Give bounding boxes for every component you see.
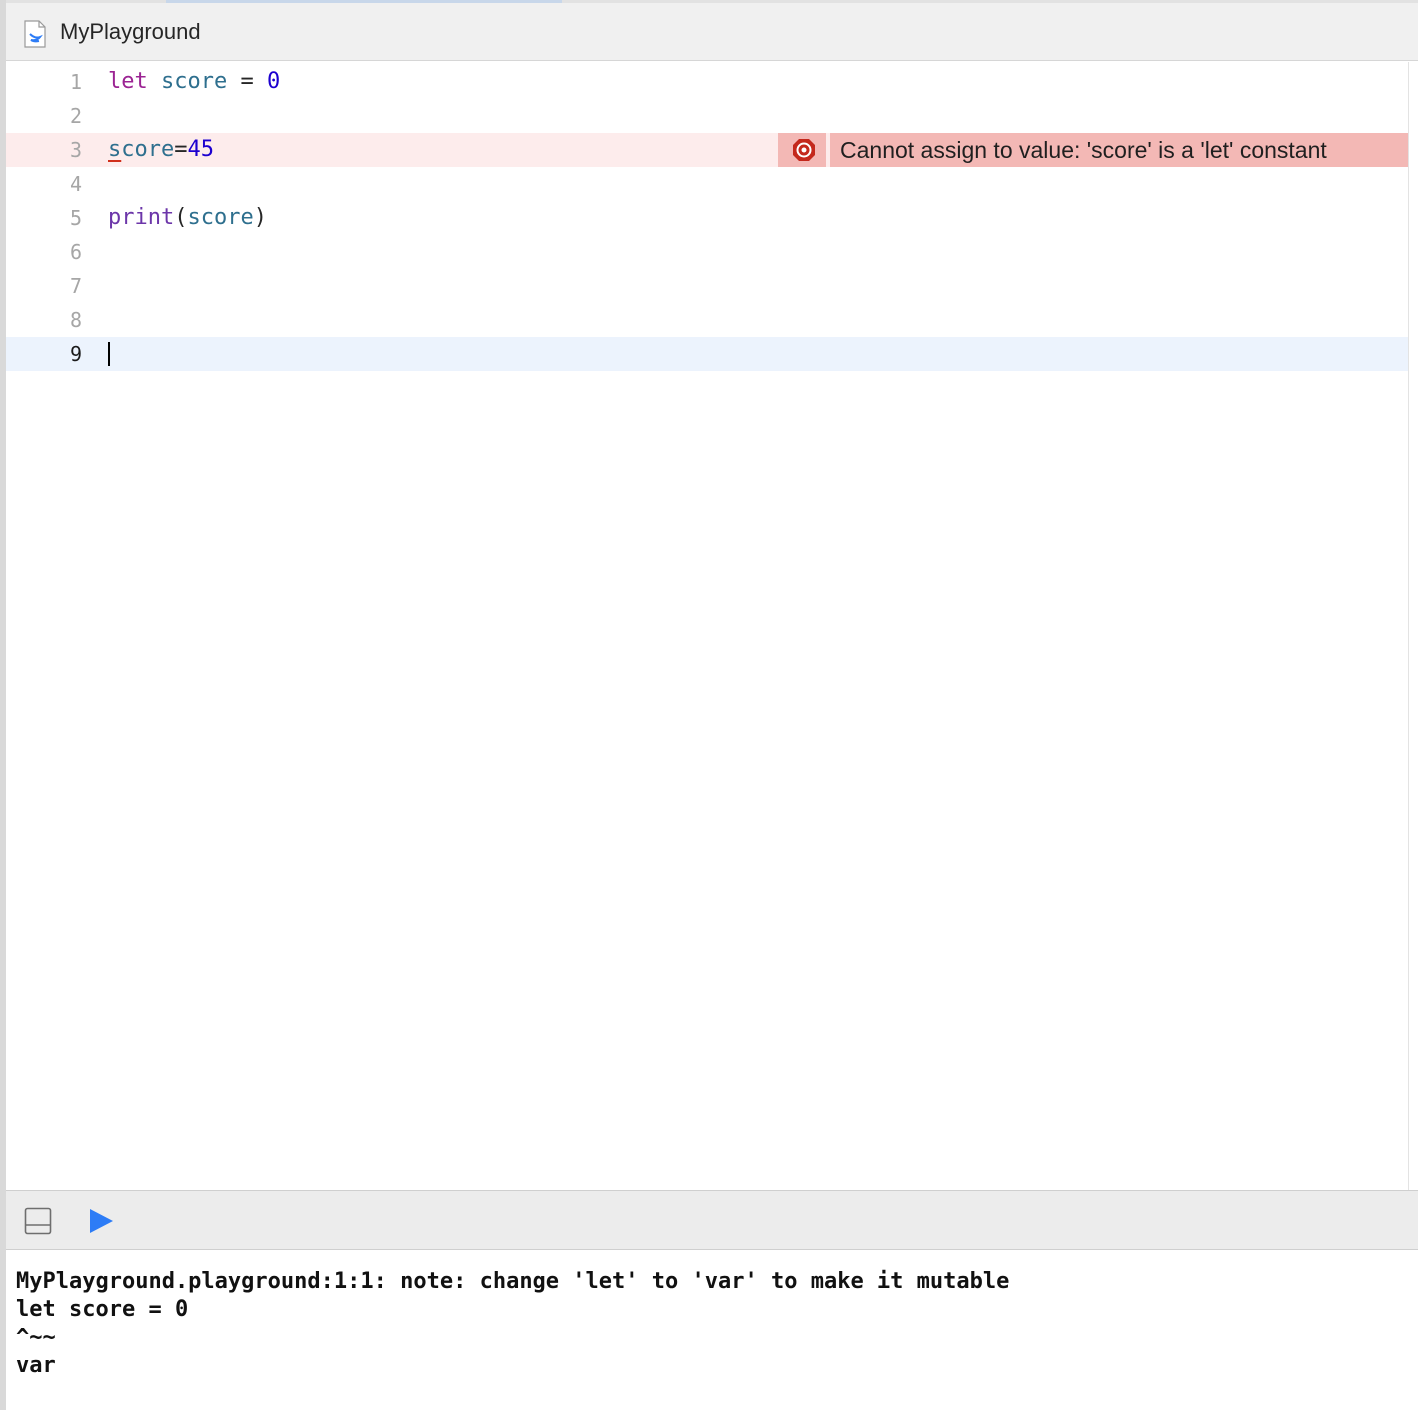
console-line: var (16, 1353, 56, 1378)
code-line: 8 (6, 303, 1408, 337)
operator-token: = (174, 137, 188, 162)
line-number: 3 (69, 138, 82, 162)
code-line: 4 (6, 167, 1408, 201)
paren-token: ) (253, 205, 267, 230)
error-stop-icon (792, 138, 816, 162)
line-number: 4 (69, 172, 82, 196)
editor-right-gutter (1408, 62, 1418, 1190)
console-line: let score = 0 (16, 1297, 189, 1322)
code-line-current: 9 (6, 337, 1408, 371)
console-line: ^~~ (16, 1325, 56, 1350)
code-line-error: 3 score=45 Cannot assign to value: 'scor… (6, 133, 1408, 167)
paren-token: ( (174, 205, 188, 230)
line-number: 6 (69, 240, 82, 264)
number-token: 0 (266, 69, 281, 94)
swift-file-icon (24, 20, 46, 48)
code-text[interactable]: score=45 (108, 133, 214, 167)
code-line: 5 print(score) (6, 201, 1408, 235)
code-text[interactable]: let score = 0 (108, 65, 280, 99)
keyword-token: let (108, 69, 148, 94)
code-editor[interactable]: 1 let score = 0 2 3 score=45 Cannot assi… (6, 62, 1408, 1190)
identifier-token: score (187, 205, 254, 230)
error-badge[interactable] (778, 133, 826, 167)
code-line: 1 let score = 0 (6, 65, 1408, 99)
debug-bar (6, 1190, 1418, 1250)
error-message: Cannot assign to value: 'score' is a 'le… (840, 137, 1327, 163)
code-line: 6 (6, 235, 1408, 269)
identifier-token: core (121, 137, 175, 162)
code-line: 2 (6, 99, 1408, 133)
line-number: 9 (69, 342, 82, 366)
number-token: 45 (187, 137, 214, 162)
code-line: 7 (6, 269, 1408, 303)
line-number: 1 (69, 70, 82, 94)
console-output[interactable]: MyPlayground.playground:1:1: note: chang… (6, 1250, 1418, 1410)
console-line: MyPlayground.playground:1:1: note: chang… (16, 1269, 1010, 1294)
hide-debug-area-icon[interactable] (24, 1207, 52, 1235)
xcode-playground-window: MyPlayground 1 let score = 0 2 3 score=4… (0, 0, 1418, 1410)
identifier-token: score (161, 69, 228, 94)
line-number: 2 (69, 104, 82, 128)
play-icon[interactable] (86, 1206, 116, 1236)
jump-bar: MyPlayground (6, 3, 1418, 61)
error-underlined-token: s (108, 137, 122, 162)
function-token: print (108, 205, 175, 230)
error-message-banner[interactable]: Cannot assign to value: 'score' is a 'le… (830, 133, 1408, 167)
line-number: 5 (69, 206, 82, 230)
file-title[interactable]: MyPlayground (60, 19, 201, 45)
line-number: 7 (69, 274, 82, 298)
code-text[interactable]: print(score) (108, 201, 267, 235)
text-cursor (108, 342, 110, 366)
line-number: 8 (69, 308, 82, 332)
operator-token: = (240, 69, 254, 94)
